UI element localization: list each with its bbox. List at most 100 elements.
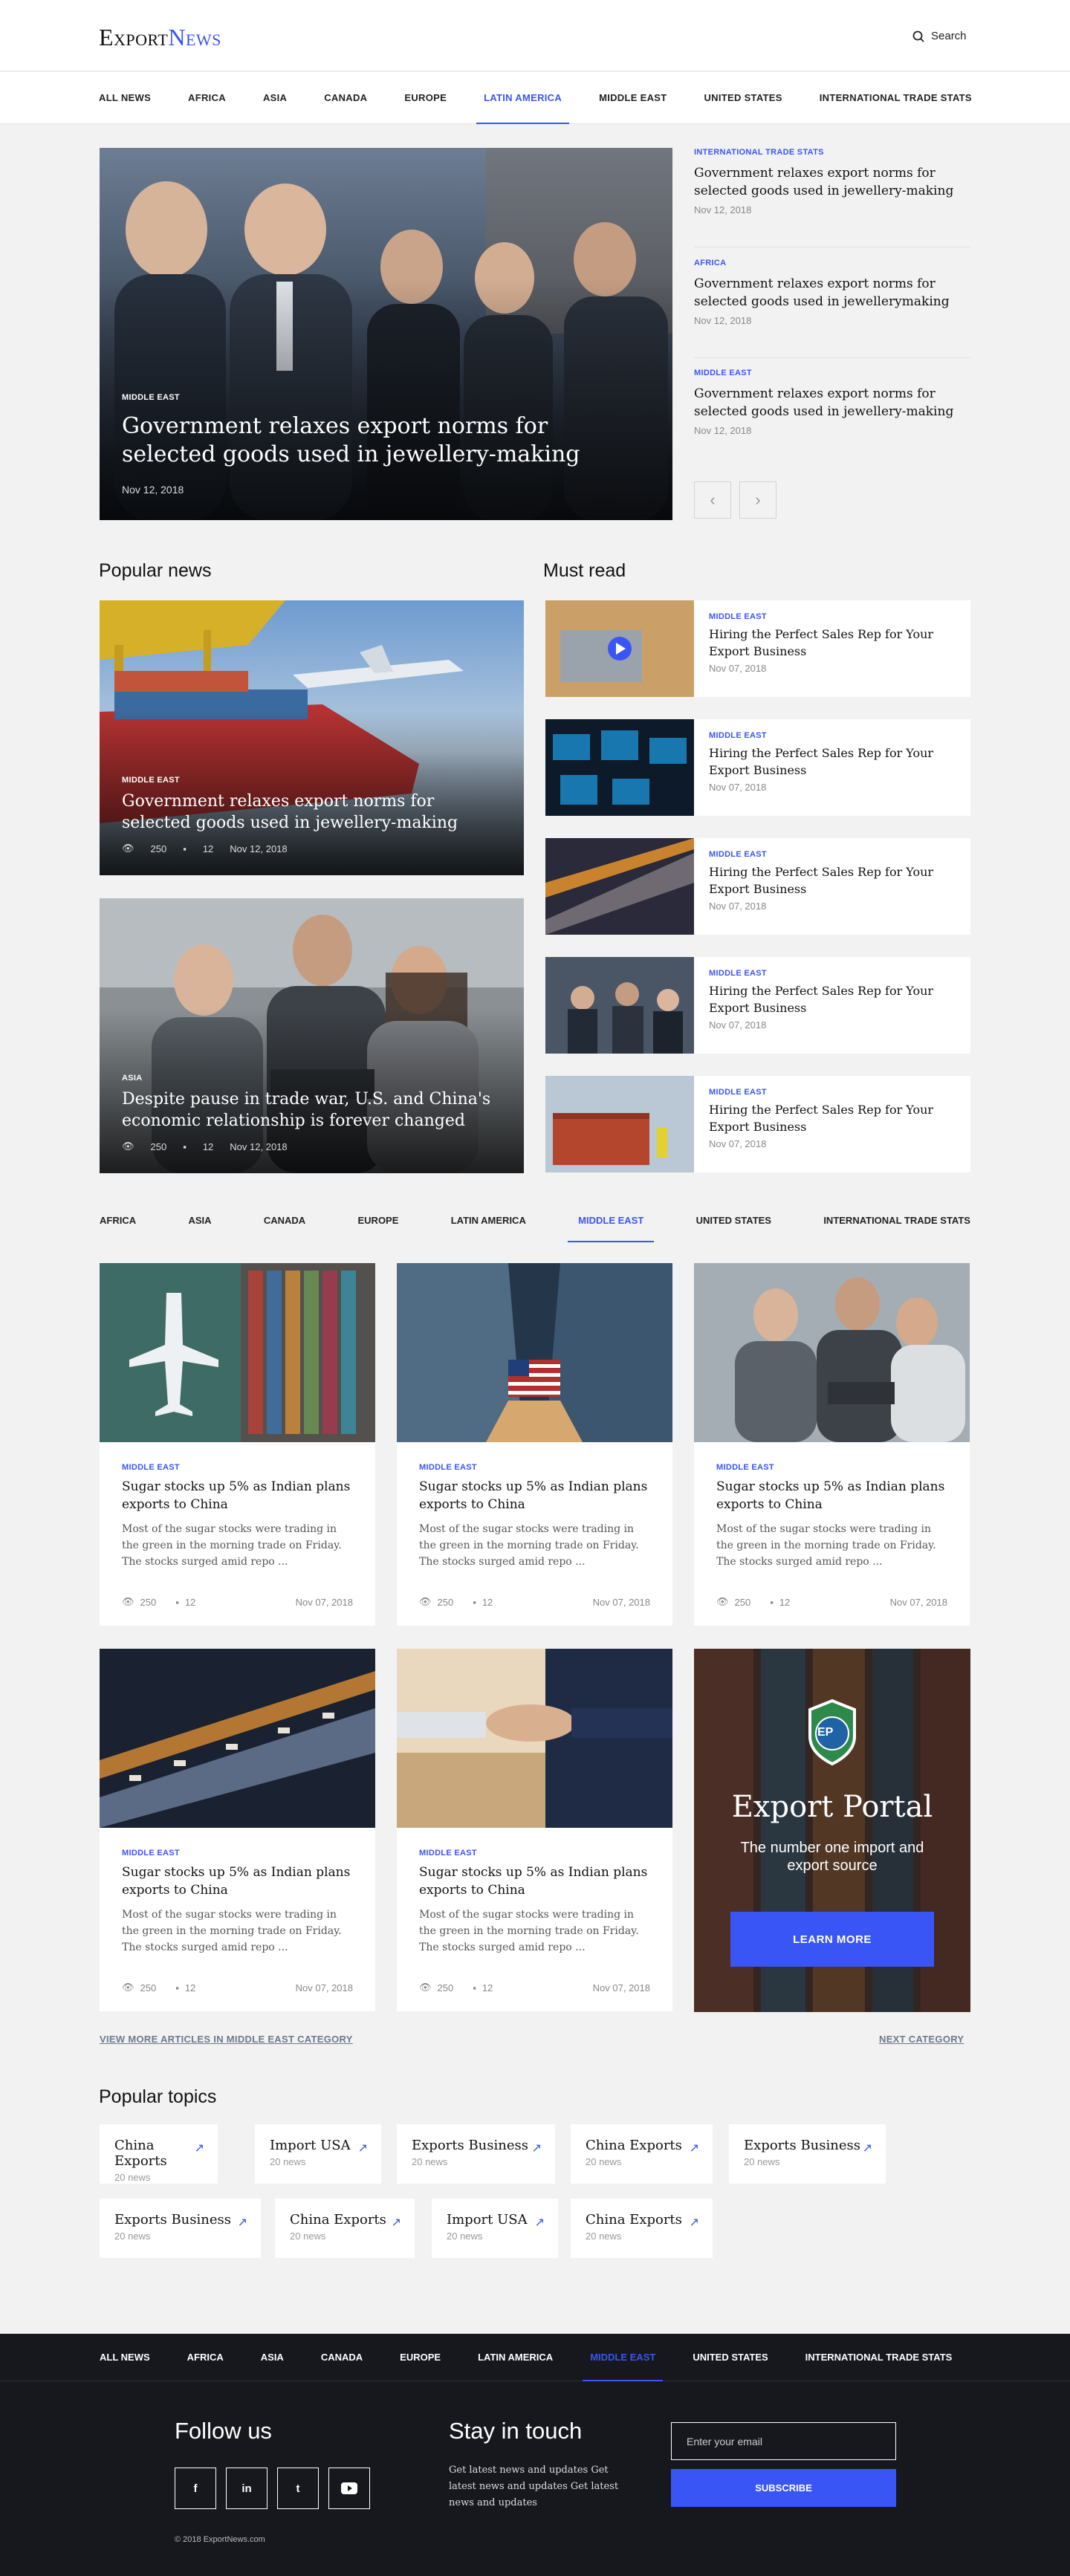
must-read-thumbnail[interactable]: [545, 1076, 694, 1172]
article-category[interactable]: Middle East: [122, 1849, 353, 1858]
next-category-link[interactable]: Next category: [879, 2034, 964, 2045]
category-nav-item[interactable]: Latin America: [451, 1199, 526, 1242]
footer-nav-item[interactable]: Africa: [187, 2334, 224, 2381]
article-card[interactable]: Middle East Sugar stocks up 5% as Indian …: [397, 1263, 672, 1626]
nav-item[interactable]: Africa: [188, 72, 226, 124]
must-read-thumbnail[interactable]: [545, 957, 694, 1054]
footer-nav-item[interactable]: Canada: [321, 2334, 363, 2381]
popular-news-category[interactable]: Middle East: [122, 776, 502, 785]
must-read-item[interactable]: Middle East Hiring the Perfect Sales Rep …: [545, 838, 970, 935]
topic-chip[interactable]: China Exports 20 news ↗: [100, 2124, 218, 2184]
must-read-item[interactable]: Middle East Hiring the Perfect Sales Rep …: [545, 1076, 970, 1172]
hero-title[interactable]: Government relaxes export norms for sele…: [122, 412, 628, 469]
twitter-icon[interactable]: t: [277, 2468, 319, 2509]
article-image[interactable]: [694, 1263, 970, 1442]
category-nav-item[interactable]: Middle East: [568, 1199, 655, 1242]
youtube-icon[interactable]: yt: [328, 2468, 370, 2509]
topic-name[interactable]: Exports Business: [412, 2138, 540, 2153]
popular-news-category[interactable]: Asia: [122, 1074, 502, 1083]
article-image[interactable]: [397, 1263, 672, 1442]
side-headline-title[interactable]: Government relaxes export norms for sele…: [694, 385, 970, 421]
article-title[interactable]: Sugar stocks up 5% as Indian plans expor…: [419, 1863, 650, 1899]
topic-chip[interactable]: China Exports 20 news ↗: [571, 2199, 713, 2258]
must-read-category[interactable]: Middle East: [709, 969, 956, 978]
category-nav-item[interactable]: Africa: [100, 1199, 136, 1242]
topic-name[interactable]: Exports Business: [744, 2138, 871, 2153]
article-card[interactable]: Middle East Sugar stocks up 5% as Indian …: [100, 1649, 375, 2011]
must-read-category[interactable]: Middle East: [709, 1088, 956, 1097]
email-field[interactable]: [671, 2422, 896, 2460]
footer-nav-item[interactable]: Asia: [261, 2334, 284, 2381]
topic-chip[interactable]: Exports Business 20 news ↗: [729, 2124, 886, 2184]
must-read-category[interactable]: Middle East: [709, 731, 956, 740]
article-title[interactable]: Sugar stocks up 5% as Indian plans expor…: [122, 1478, 353, 1514]
learn-more-button[interactable]: Learn More: [730, 1912, 934, 1967]
must-read-thumbnail[interactable]: [545, 600, 694, 697]
nav-item[interactable]: Middle East: [599, 72, 667, 124]
slider-next-button[interactable]: ›: [739, 481, 776, 519]
must-read-title[interactable]: Hiring the Perfect Sales Rep for Your Ex…: [709, 626, 956, 660]
article-image[interactable]: [397, 1649, 672, 1828]
nav-item[interactable]: United States: [704, 72, 782, 124]
view-more-link[interactable]: View more articles in Middle East catego…: [100, 2034, 353, 2045]
hero-article[interactable]: Middle East Government relaxes export no…: [100, 148, 672, 520]
must-read-title[interactable]: Hiring the Perfect Sales Rep for Your Ex…: [709, 744, 956, 779]
topic-chip[interactable]: Exports Business 20 news ↗: [100, 2199, 261, 2258]
popular-news-headline[interactable]: Government relaxes export norms for sele…: [122, 791, 502, 834]
must-read-title[interactable]: Hiring the Perfect Sales Rep for Your Ex…: [709, 863, 956, 898]
article-title[interactable]: Sugar stocks up 5% as Indian plans expor…: [419, 1478, 650, 1514]
topic-chip[interactable]: Exports Business 20 news ↗: [397, 2124, 555, 2184]
nav-item[interactable]: Asia: [263, 72, 287, 124]
article-image[interactable]: [100, 1649, 375, 1828]
slider-prev-button[interactable]: ‹: [694, 481, 731, 519]
nav-item[interactable]: Canada: [324, 72, 367, 124]
topic-chip[interactable]: China Exports 20 news ↗: [571, 2124, 713, 2184]
must-read-category[interactable]: Middle East: [709, 850, 956, 859]
footer-nav-item[interactable]: Middle East: [583, 2334, 664, 2381]
side-headline[interactable]: International Trade Stats Government rela…: [694, 148, 970, 247]
topic-chip[interactable]: Import USA 20 news ↗: [255, 2124, 381, 2184]
linkedin-icon[interactable]: in: [226, 2468, 268, 2509]
side-headline-category[interactable]: Africa: [694, 259, 970, 267]
topic-name[interactable]: Import USA: [447, 2212, 543, 2228]
nav-item[interactable]: All News: [99, 72, 151, 124]
article-category[interactable]: Middle East: [122, 1463, 353, 1472]
side-headline-category[interactable]: International Trade Stats: [694, 148, 970, 157]
must-read-item[interactable]: Middle East Hiring the Perfect Sales Rep …: [545, 719, 970, 816]
topic-name[interactable]: Import USA: [270, 2138, 366, 2153]
side-headline-title[interactable]: Government relaxes export norms for sele…: [694, 275, 970, 311]
must-read-category[interactable]: Middle East: [709, 612, 956, 621]
nav-item[interactable]: Latin America: [476, 72, 570, 124]
must-read-thumbnail[interactable]: [545, 838, 694, 935]
search-button[interactable]: Search: [912, 30, 967, 42]
article-title[interactable]: Sugar stocks up 5% as Indian plans expor…: [716, 1478, 947, 1514]
topic-chip[interactable]: China Exports 20 news ↗: [275, 2199, 415, 2258]
footer-nav-item[interactable]: All News: [100, 2334, 150, 2381]
subscribe-button[interactable]: Subscribe: [671, 2469, 896, 2507]
article-category[interactable]: Middle East: [716, 1463, 947, 1472]
side-headline-title[interactable]: Government relaxes export norms for sele…: [694, 164, 970, 200]
category-nav-item[interactable]: International Trade Stats: [823, 1199, 970, 1242]
topic-name[interactable]: Exports Business: [114, 2212, 246, 2228]
footer-nav-item[interactable]: International Trade Stats: [805, 2334, 953, 2381]
must-read-item[interactable]: Middle East Hiring the Perfect Sales Rep …: [545, 600, 970, 697]
topic-name[interactable]: China Exports: [114, 2138, 203, 2169]
category-nav-item[interactable]: Canada: [264, 1199, 305, 1242]
footer-nav-item[interactable]: Latin America: [478, 2334, 553, 2381]
side-headline[interactable]: Africa Government relaxes export norms fo…: [694, 259, 970, 358]
must-read-title[interactable]: Hiring the Perfect Sales Rep for Your Ex…: [709, 982, 956, 1016]
facebook-icon[interactable]: f: [175, 2468, 216, 2509]
must-read-item[interactable]: Middle East Hiring the Perfect Sales Rep …: [545, 957, 970, 1054]
article-card[interactable]: Middle East Sugar stocks up 5% as Indian …: [397, 1649, 672, 2011]
article-category[interactable]: Middle East: [419, 1849, 650, 1858]
article-image[interactable]: [100, 1263, 375, 1442]
side-headline[interactable]: Middle East Government relaxes export nor…: [694, 369, 970, 458]
must-read-title[interactable]: Hiring the Perfect Sales Rep for Your Ex…: [709, 1101, 956, 1135]
popular-news-headline[interactable]: Despite pause in trade war, U.S. and Chi…: [122, 1089, 502, 1132]
site-logo[interactable]: ExportNews: [99, 24, 221, 51]
must-read-thumbnail[interactable]: [545, 719, 694, 816]
article-category[interactable]: Middle East: [419, 1463, 650, 1472]
topic-chip[interactable]: Import USA 20 news ↗: [432, 2199, 558, 2258]
popular-news-card[interactable]: Middle East Government relaxes export no…: [100, 600, 524, 875]
topic-name[interactable]: China Exports: [586, 2212, 698, 2228]
